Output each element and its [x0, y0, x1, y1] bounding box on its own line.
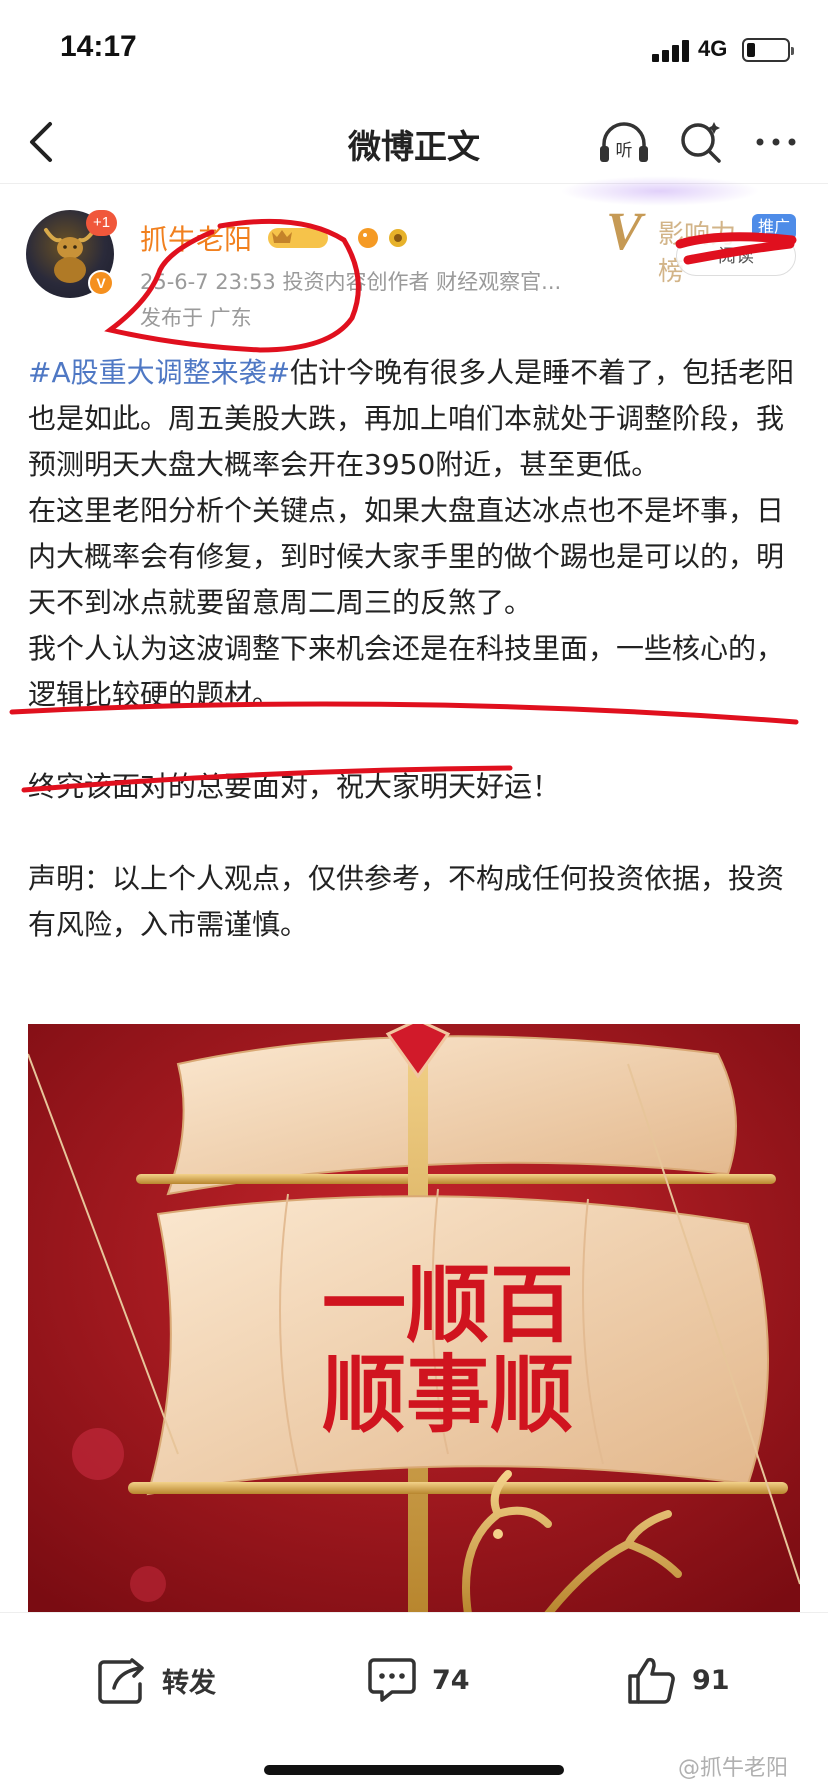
comment-button[interactable]: 74	[366, 1653, 470, 1707]
status-bar: 14:17 4G	[0, 0, 828, 100]
verified-badge: V	[88, 270, 114, 296]
listen-label: 听	[616, 141, 633, 161]
paragraph-1: #A股重大调整来袭#估计今晚有很多人是睡不着了，包括老阳也是如此。周五美股大跌，…	[28, 350, 800, 488]
user-badges-icon	[268, 228, 407, 248]
paragraph-5: 声明：以上个人观点，仅供参考，不构成任何投资依据，投资有风险，入市需谨慎。	[28, 862, 785, 941]
status-time: 14:17	[60, 30, 137, 63]
post-location: 发布于 广东	[140, 306, 252, 330]
comment-count: 74	[432, 1664, 470, 1696]
image-caption-line-2: 顺事顺	[322, 1345, 574, 1444]
top-nav-bar: 微博正文 听	[0, 100, 828, 184]
paragraph-4: 终究该面对的总要面对，祝大家明天好运！	[28, 770, 561, 803]
promo-v-mark: V	[606, 201, 643, 261]
paragraph-3: 我个人认为这波调整下来机会还是在科技里面，一些核心的，逻辑比较硬的题材。	[28, 632, 785, 711]
battery-icon	[742, 38, 794, 62]
author-name[interactable]: 抓牛老阳	[140, 218, 252, 258]
search-icon[interactable]	[676, 116, 726, 168]
network-type: 4G	[698, 36, 728, 61]
listen-headphones-icon[interactable]: 听	[596, 116, 652, 168]
home-indicator	[264, 1765, 564, 1775]
comment-icon	[368, 1658, 416, 1702]
thumbs-up-icon	[628, 1657, 675, 1704]
repost-button[interactable]: 转发	[96, 1653, 216, 1707]
image-caption-line-1: 一顺百	[322, 1255, 574, 1354]
repost-label: 转发	[162, 1667, 216, 1699]
topic-link[interactable]: #A股重大调整来袭#	[28, 356, 290, 389]
signal-icon	[652, 40, 692, 62]
read-button[interactable]: 阅读	[676, 236, 796, 276]
like-count: 91	[692, 1664, 730, 1696]
post-content: #A股重大调整来袭#估计今晚有很多人是睡不着了，包括老阳也是如此。周五美股大跌，…	[28, 350, 800, 948]
post-meta: 25-6-7 23:53 投资内容创作者 财经观察官...	[140, 270, 562, 294]
follower-increment-badge: +1	[86, 210, 118, 236]
watermark: @抓牛老阳	[678, 1756, 789, 1781]
like-button[interactable]: 91	[626, 1653, 730, 1707]
post-image[interactable]: 一顺百 顺事顺	[28, 1024, 800, 1614]
repost-icon	[98, 1658, 144, 1704]
more-options-icon[interactable]	[752, 124, 800, 160]
paragraph-2: 在这里老阳分析个关键点，如果大盘直达冰点也不是坏事，日内大概率会有修复，到时候大…	[28, 494, 785, 619]
